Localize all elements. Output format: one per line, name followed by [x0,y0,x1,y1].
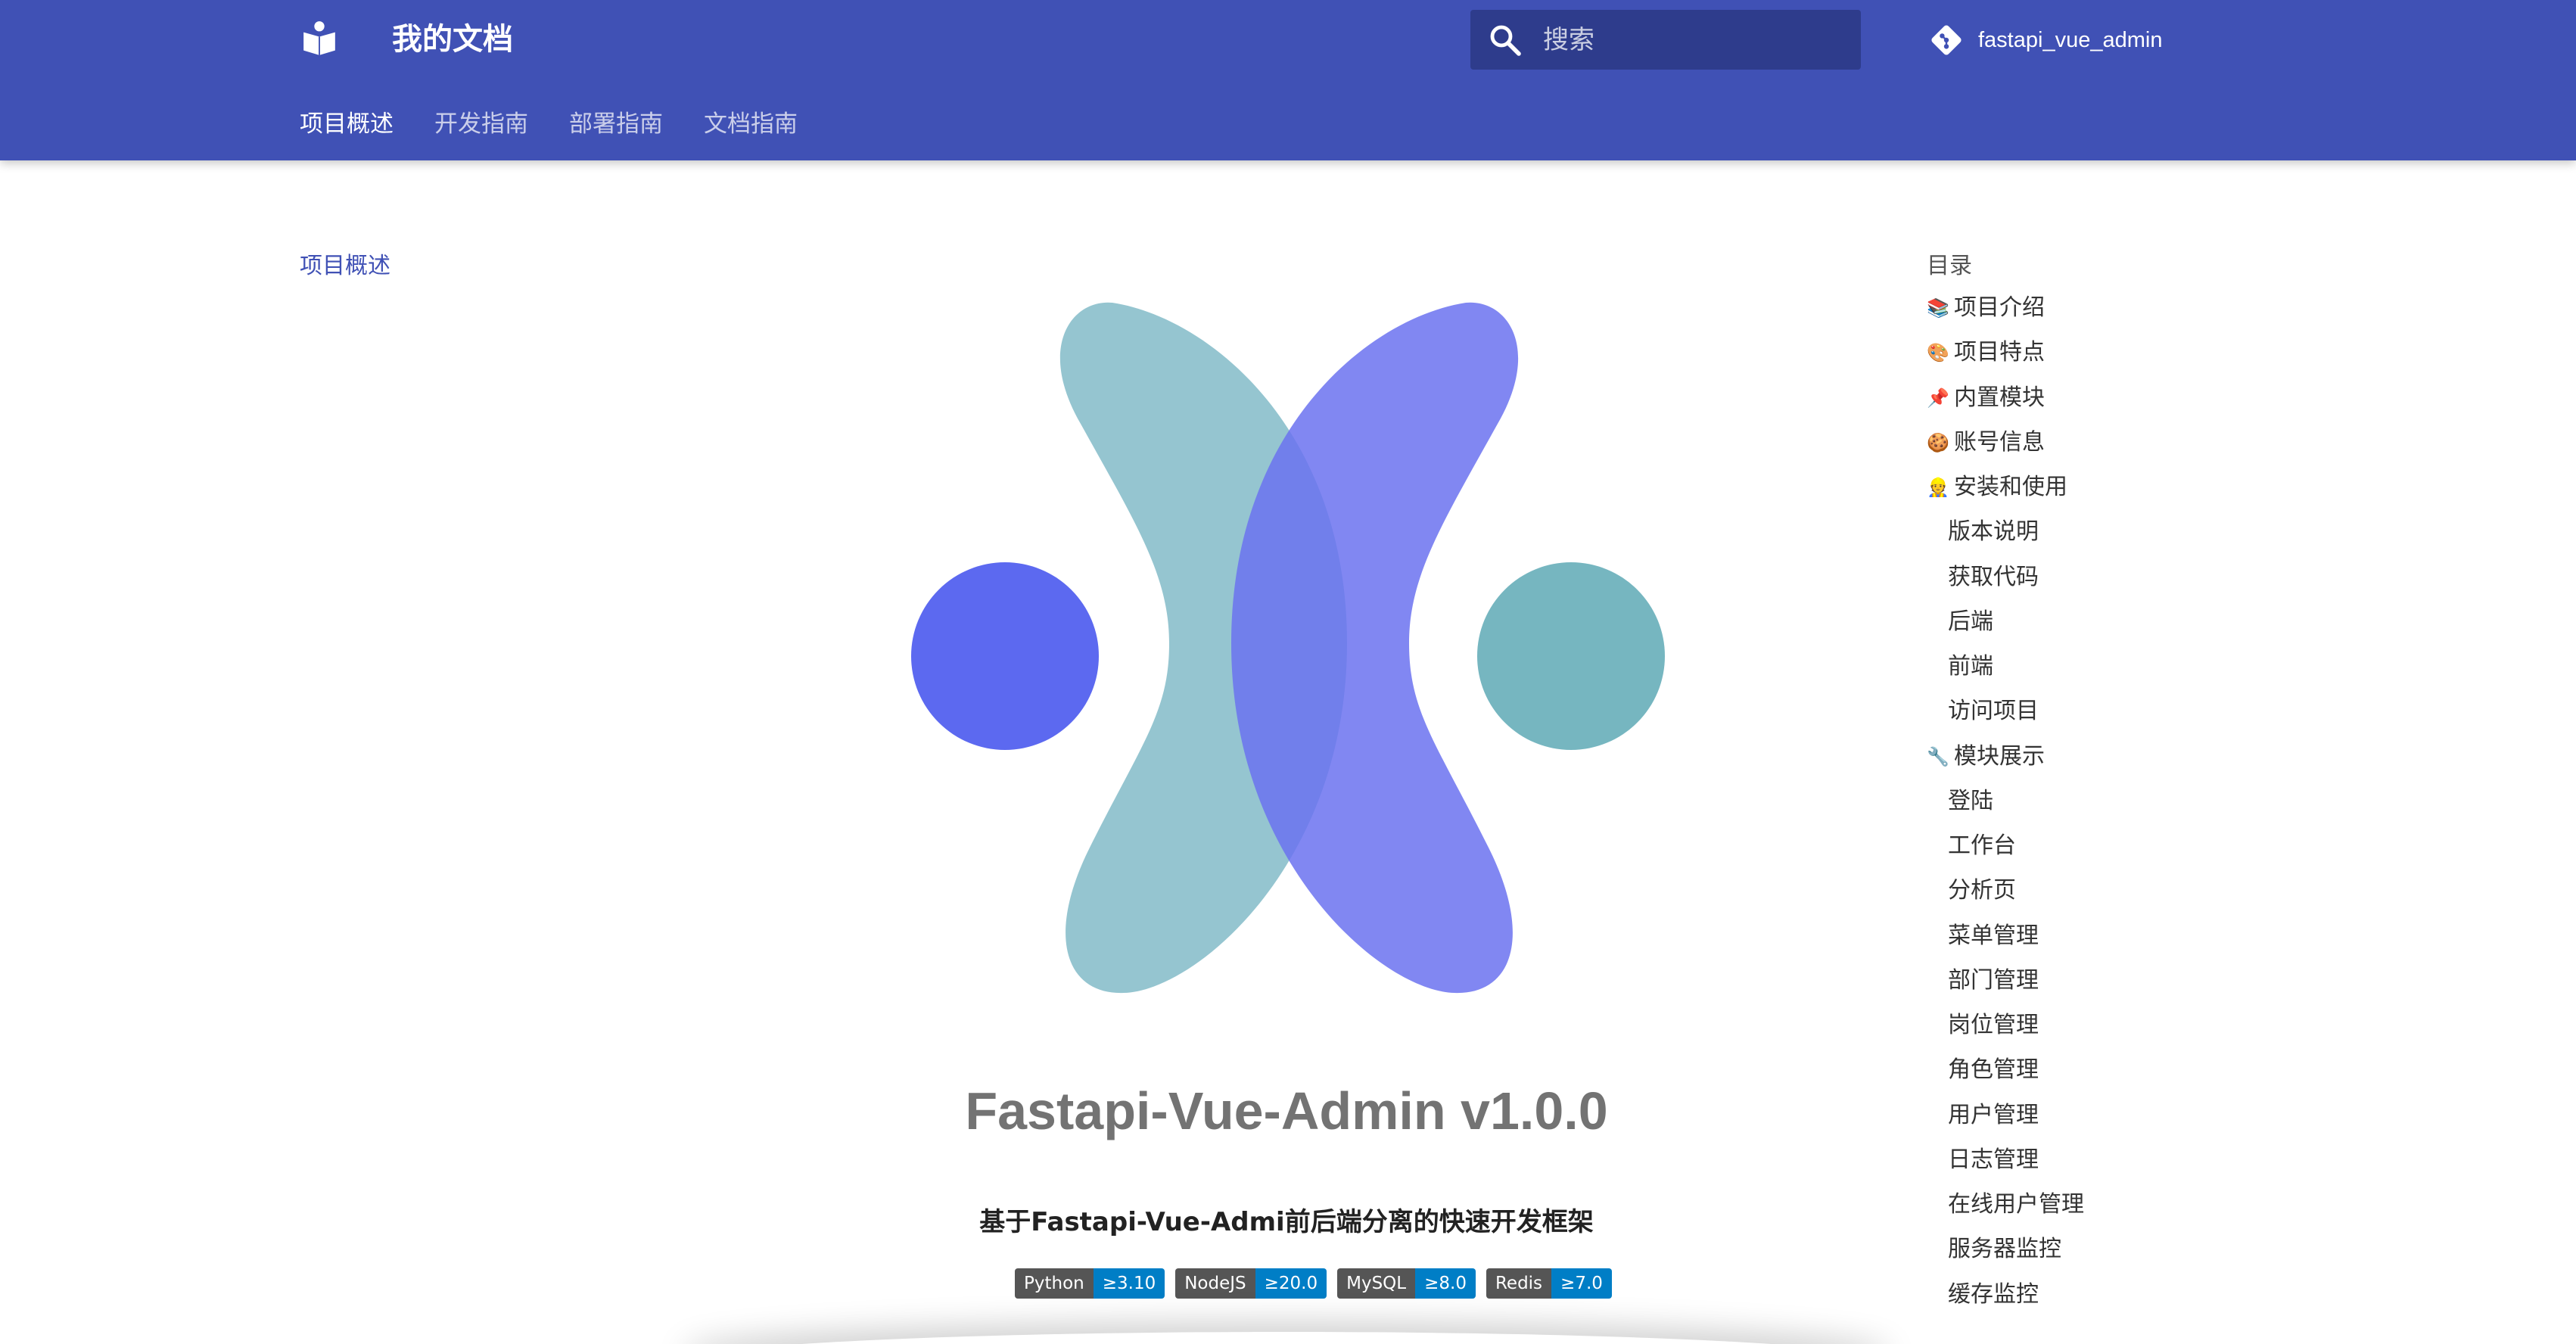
search-icon [1490,25,1521,56]
badge-value: ≥7.0 [1551,1268,1612,1299]
tab-overview[interactable]: 项目概述 [300,104,394,138]
badge-redis[interactable]: Redis ≥7.0 [1486,1268,1612,1299]
construction-worker-icon: 👷 [1927,477,1949,498]
toc-subitem[interactable]: 工作台 [1927,829,2084,873]
toc-subitem[interactable]: 在线用户管理 [1927,1187,2084,1232]
badge-label: Redis [1486,1268,1552,1299]
toc-item[interactable]: 📚 项目介绍 [1927,291,2084,335]
content-card-edge [681,1332,1892,1344]
toc-subitem[interactable]: 缓存监控 [1927,1277,2084,1322]
toc-title: 目录 [1927,253,1972,279]
sidebar-item-overview[interactable]: 项目概述 [300,247,390,280]
search-input[interactable] [1543,10,1846,70]
toc-subitem[interactable]: 部门管理 [1927,963,2084,1008]
badge-row: Python ≥3.10 NodeJS ≥20.0 MySQL ≥8.0 Red… [1015,1268,1612,1299]
toc-item[interactable]: 👷 安装和使用 [1927,470,2084,515]
toc-subitem[interactable]: 角色管理 [1927,1053,2084,1097]
toc-item-label: 账号信息 [1954,428,2045,456]
badge-value: ≥20.0 [1255,1268,1327,1299]
badge-label: Python [1015,1268,1094,1299]
toc-item[interactable]: 📌 内置模块 [1927,381,2084,425]
cookie-icon: 🍪 [1927,431,1949,453]
toc-subitem[interactable]: 后端 [1927,605,2084,649]
badge-value: ≥8.0 [1415,1268,1476,1299]
repo-name: fastapi_vue_admin [1978,27,2163,52]
toc-subitem[interactable]: 访问项目 [1927,694,2084,739]
toc-subitem[interactable]: 服务器监控 [1927,1232,2084,1277]
toc-subitem[interactable]: 登陆 [1927,784,2084,829]
toc-item-label: 模块展示 [1954,742,2045,770]
toc-item[interactable]: 🔧 模块展示 [1927,739,2084,784]
git-icon [1931,25,1962,55]
project-logo [911,302,1665,994]
books-icon: 📚 [1927,297,1949,319]
badge-label: NodeJS [1175,1268,1255,1299]
pushpin-icon: 📌 [1927,387,1949,409]
search-box[interactable] [1470,10,1861,70]
toc-subitem[interactable]: 获取代码 [1927,560,2084,605]
badge-value: ≥3.10 [1093,1268,1165,1299]
toc-item[interactable]: 🎨 项目特点 [1927,335,2084,380]
toc-item[interactable]: 🍪 账号信息 [1927,425,2084,470]
header-tabs: 项目概述 开发指南 部署指南 文档指南 [300,98,838,144]
site-title[interactable]: 我的文档 [392,17,513,62]
page-title: Fastapi-Vue-Admin v1.0.0 [965,1081,1608,1140]
toc-subitem[interactable]: 日志管理 [1927,1143,2084,1187]
toc-subitem[interactable]: 版本说明 [1927,515,2084,559]
repo-link[interactable]: fastapi_vue_admin [1928,20,2162,61]
toc-item-label: 项目特点 [1954,339,2045,366]
logo-left-dot [911,562,1099,750]
toc-subitem[interactable]: 菜单管理 [1927,919,2084,963]
docs-page: 我的文档 fastapi_vue_admin 项目概述 开发指南 部署指南 [0,0,2576,1344]
top-header: 我的文档 fastapi_vue_admin 项目概述 开发指南 部署指南 [0,0,2576,160]
toc-subitem[interactable]: 岗位管理 [1927,1008,2084,1053]
tab-dev-guide[interactable]: 开发指南 [434,104,528,138]
toc-subitem[interactable]: 分析页 [1927,873,2084,918]
page-subtitle: 基于Fastapi-Vue-Admi前后端分离的快速开发框架 [979,1207,1594,1237]
logo-right-blob [1231,302,1519,994]
logo-right-dot [1477,562,1665,750]
wrench-icon: 🔧 [1927,745,1949,767]
badge-nodejs[interactable]: NodeJS ≥20.0 [1175,1268,1327,1299]
toc-item-label: 内置模块 [1954,384,2045,411]
tab-deploy-guide[interactable]: 部署指南 [569,104,663,138]
table-of-contents: 📚 项目介绍 🎨 项目特点 📌 内置模块 🍪 账号信息 👷 安装和使用 版本说明 获取代码… [1927,291,2084,1322]
badge-label: MySQL [1337,1268,1416,1299]
toc-subitem[interactable]: 用户管理 [1927,1098,2084,1143]
toc-subitem[interactable]: 前端 [1927,649,2084,694]
palette-icon: 🎨 [1927,342,1949,364]
toc-item-label: 项目介绍 [1954,294,2045,321]
badge-mysql[interactable]: MySQL ≥8.0 [1337,1268,1476,1299]
book-reader-icon[interactable] [300,20,338,58]
toc-item-label: 安装和使用 [1954,474,2067,500]
tab-docs-guide[interactable]: 文档指南 [704,104,798,138]
badge-python[interactable]: Python ≥3.10 [1015,1268,1165,1299]
